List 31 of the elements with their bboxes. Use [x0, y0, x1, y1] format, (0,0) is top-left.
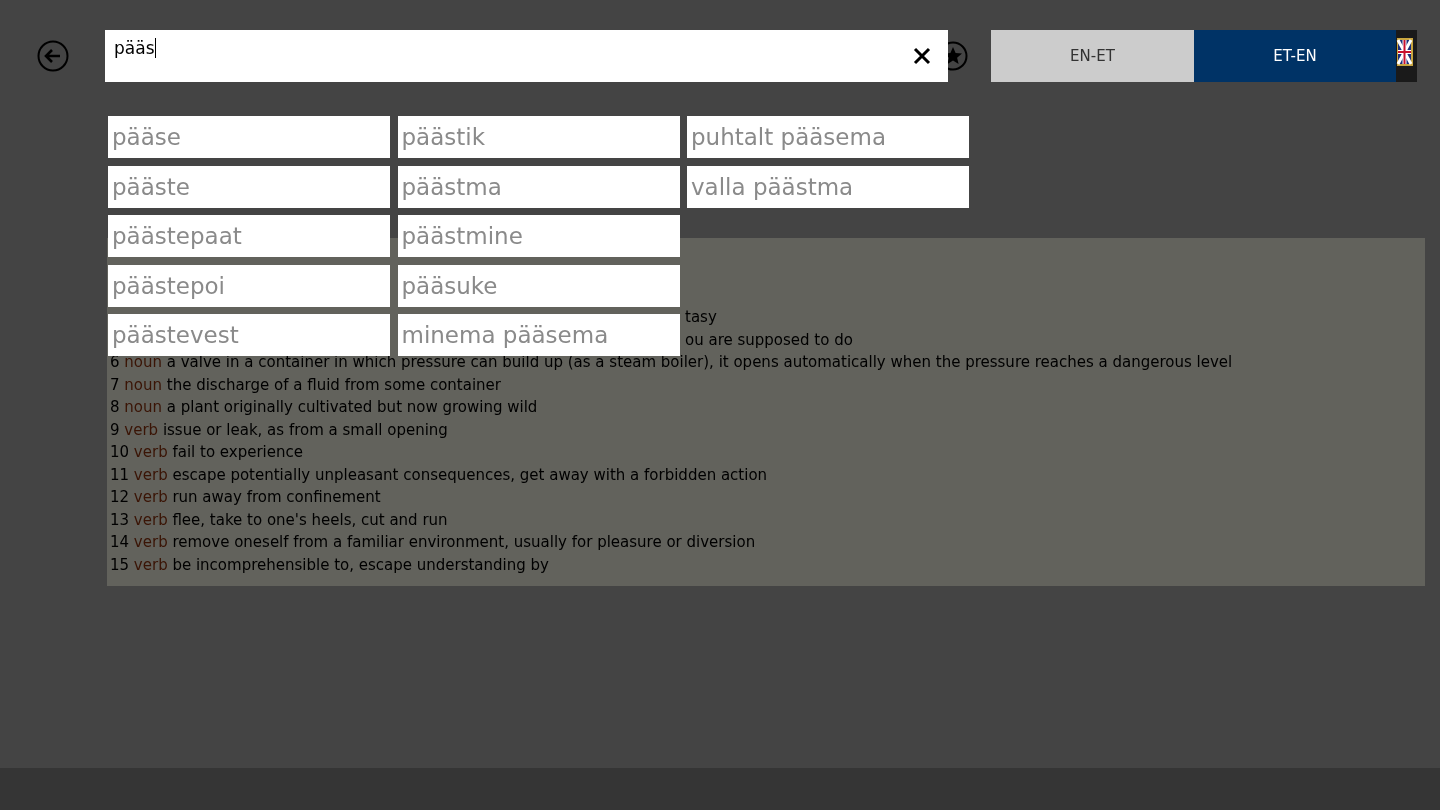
search-field[interactable]: pääs [105, 30, 948, 82]
definition-line: 11 verb escape potentially unpleasant consequences, get away with a forbidden action [110, 464, 768, 486]
suggestion-item[interactable]: päästepoi [108, 264, 390, 307]
suggestion-item[interactable]: minema pääsema [397, 314, 680, 356]
definition-line: 12 verb run away from confinement [110, 487, 381, 508]
flag-icon [1396, 30, 1417, 82]
close-icon[interactable] [913, 47, 931, 65]
suggestion-item[interactable]: päästevest [108, 314, 390, 356]
back-icon[interactable] [37, 40, 69, 72]
definition-line: 14 verb remove oneself from a familiar environment, usually for pleasure or diversion [110, 532, 756, 553]
suggestion-item[interactable]: valla päästma [687, 165, 969, 208]
suggestion-item[interactable]: päästepaat [108, 215, 390, 257]
suggestion-item[interactable]: pääste [108, 165, 390, 208]
definition-line: 7 noun the discharge of a fluid from some container [110, 374, 501, 396]
definition-text: ou are supposed to do [685, 329, 853, 351]
definition-line: 15 verb be incomprehensible to, escape understanding by [110, 554, 549, 576]
suggestion-item[interactable]: päästik [397, 116, 680, 158]
suggestion-item[interactable]: päästma [397, 165, 680, 208]
definition-line: 10 verb fail to experience [110, 442, 303, 463]
language-tab[interactable]: EN-ET [991, 30, 1194, 82]
star-icon[interactable] [948, 41, 968, 71]
definition-line: 9 verb issue or leak, as from a small opening [110, 419, 448, 441]
suggestion-item[interactable]: puhtalt pääsema [687, 116, 969, 158]
definition-text: tasy [685, 307, 717, 328]
suggestion-item[interactable]: pääse [108, 116, 390, 158]
definition-line: 13 verb flee, take to one's heels, cut and run [110, 509, 448, 531]
suggestion-item[interactable]: pääsuke [397, 264, 680, 307]
language-tab[interactable]: ET-EN [1194, 30, 1396, 82]
search-text: pääs [114, 38, 155, 58]
suggestion-item[interactable]: päästmine [397, 215, 680, 257]
definition-line: 8 noun a plant originally cultivated but now growing wild [110, 397, 538, 418]
